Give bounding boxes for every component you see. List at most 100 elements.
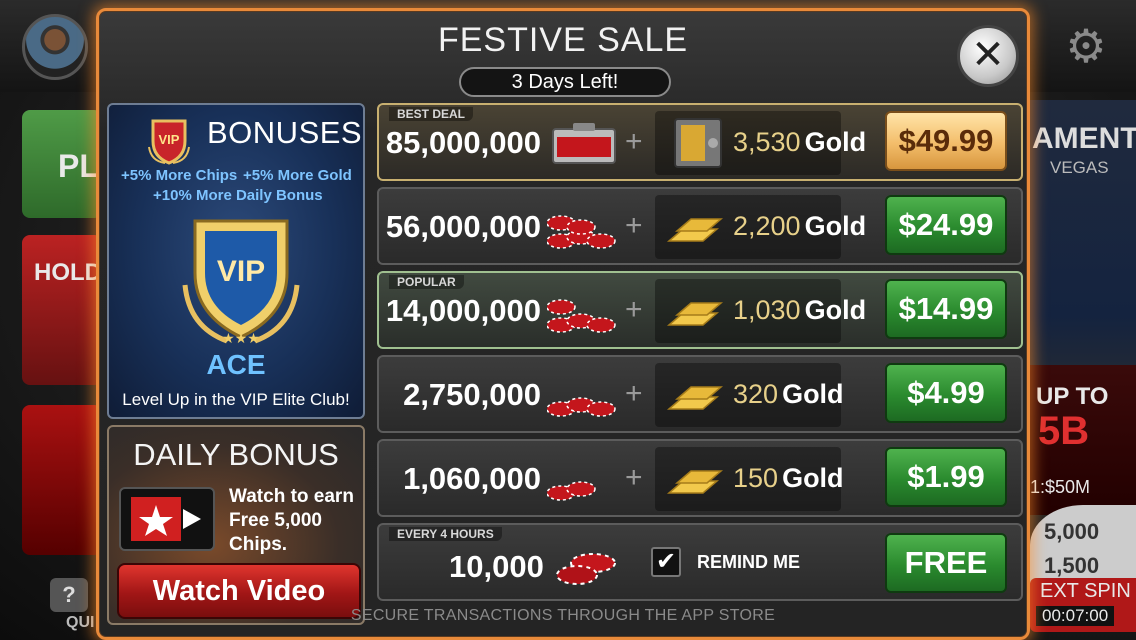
free-offer-tag: EVERY 4 HOURS [389,527,502,541]
secure-transactions-note: SECURE TRANSACTIONS THROUGH THE APP STOR… [350,607,776,624]
offer-row: POPULAR 14,000,000 +1,030 Gold $14.99 [377,271,1023,349]
slots-tile [22,405,102,555]
offer-tag: POPULAR [389,275,464,289]
upto-value: 5B [1038,409,1090,453]
offer-chips-amount: 85,000,000 [385,125,541,160]
gold-amount: 1,030 Gold [733,295,866,326]
chip-stack-icon [556,553,616,585]
gold-amount: 150 Gold [733,463,844,494]
offer-tag: BEST DEAL [389,107,474,121]
play-now-tile: PL [22,110,102,218]
plus-sign: + [625,461,643,494]
plus-sign: + [625,293,643,326]
chip-case-icon [552,123,616,164]
plus-sign: + [625,209,643,242]
buy-price-button[interactable]: $24.99 [885,195,1007,255]
gold-unit: Gold [804,295,867,325]
gold-value: 150 [733,463,779,493]
vip-shield-icon: VIP ★★★ [182,219,300,345]
offer-chips-amount: 14,000,000 [385,293,541,328]
gold-value: 320 [733,379,779,409]
watch-offer-text: Watch to earn Free 5,000 Chips. [229,486,354,555]
offer-chips-amount: 56,000,000 [385,209,541,244]
vip-bonuses-panel[interactable]: VIP BONUSES +5% More Chips +5% More Gold… [107,103,365,419]
spin-tile: UP TO 5B 1:$50M [1028,365,1136,515]
holdem-tile-label: HOLD [34,259,102,286]
wheel-mid-value: 1,500 [1044,553,1100,578]
gold-amount: 320 Gold [733,379,844,410]
video-icon [119,487,215,551]
upto-label: UP TO [1036,383,1109,410]
plus-sign: + [625,377,643,410]
offer-row: BEST DEAL 85,000,000 +3,530 Gold $49.99 [377,103,1023,181]
vip-perk-daily: +10% More Daily Bonus [153,187,323,204]
gold-value: 1,030 [733,295,801,325]
gold-bundle: 2,200 Gold [655,195,866,259]
vip-badge-text: VIP [159,132,180,147]
gold-bars-icon [666,302,724,326]
gold-bars-icon [666,470,724,494]
gold-amount: 3,530 Gold [733,127,866,158]
buy-price-button[interactable]: $4.99 [885,363,1007,423]
next-spin-label: EXT SPIN [1040,580,1131,602]
gold-bundle: 320 Gold [655,363,844,427]
vip-rank: ACE [206,349,266,380]
plus-sign: + [625,125,643,158]
vip-perk-gold: +5% More Gold [243,167,352,184]
spin-wheel: 5,000 1,500 [1030,505,1136,585]
next-spin-button: EXT SPIN 00:07:00 [1030,578,1136,632]
offer-row: 56,000,000 +2,200 Gold $24.99 [377,187,1023,265]
next-spin-timer: 00:07:00 [1036,606,1115,626]
remind-me-label[interactable]: REMIND ME [697,552,800,573]
gold-bars-icon [666,218,724,242]
offer-row: 1,060,000 +150 Gold $1.99 [377,439,1023,517]
vip-caption: Level Up in the VIP Elite Club! [122,390,350,409]
play-tile-label: PL [58,148,99,184]
gold-value: 2,200 [733,211,801,241]
festive-sale-modal: FESTIVE SALE 3 Days Left! ✕ VIP BONUSES … [96,8,1030,640]
chip-stack-icon [547,481,596,501]
modal-title: FESTIVE SALE [437,21,689,59]
offer-chips-amount: 1,060,000 [403,461,541,496]
free-chips-amount: 10,000 [449,549,544,584]
buy-price-button[interactable]: $14.99 [885,279,1007,339]
chip-stack-icon [547,299,616,333]
free-button[interactable]: FREE [885,533,1007,593]
gold-bundle: 1,030 Gold [655,279,866,343]
quiz-icon: ? [50,578,88,612]
daily-bonus-panel: DAILY BONUS Watch to earn Free 5,000 Chi… [107,425,365,625]
gold-unit: Gold [782,463,844,493]
vip-title: BONUSES [207,115,363,150]
gold-bundle: 3,530 Gold [655,111,866,175]
vip-perk-chips: +5% More Chips [121,167,238,184]
gold-unit: Gold [782,379,844,409]
holdem-tile: HOLD [22,235,102,385]
vip-shield-text: VIP [217,255,265,288]
gold-amount: 2,200 Gold [733,211,866,242]
vip-badge-icon: VIP [148,119,190,165]
gold-bars-icon [666,386,724,410]
offer-chips-amount: 2,750,000 [403,377,541,412]
buy-price-button[interactable]: $49.99 [885,111,1007,171]
close-icon: ✕ [971,33,1005,77]
tournament-tile-sub: VEGAS [1050,158,1109,177]
svg-text:★★★: ★★★ [222,331,260,345]
free-chips-row: EVERY 4 HOURS 10,000 ✔ REMIND ME FREE [377,523,1023,601]
player-avatar[interactable] [22,14,88,80]
wheel-top-value: 5,000 [1044,519,1100,544]
sale-timer: 3 Days Left! [459,67,671,97]
gear-icon[interactable]: ⚙ [1062,22,1110,70]
chip-stack-icon [547,215,616,249]
gold-value: 3,530 [733,127,801,157]
quiz-label: QUI [66,614,95,631]
buy-price-button[interactable]: $1.99 [885,447,1007,507]
offer-row: 2,750,000 +320 Gold $4.99 [377,355,1023,433]
gold-unit: Gold [804,211,867,241]
tournament-tile-label: AMENT [1032,122,1136,155]
gold-bundle: 150 Gold [655,447,844,511]
gold-unit: Gold [804,127,867,157]
close-button[interactable]: ✕ [957,25,1019,87]
gold-vault-icon [674,118,722,168]
remind-me-checkbox[interactable]: ✔ [651,547,681,577]
daily-bonus-title: DAILY BONUS [133,437,339,472]
